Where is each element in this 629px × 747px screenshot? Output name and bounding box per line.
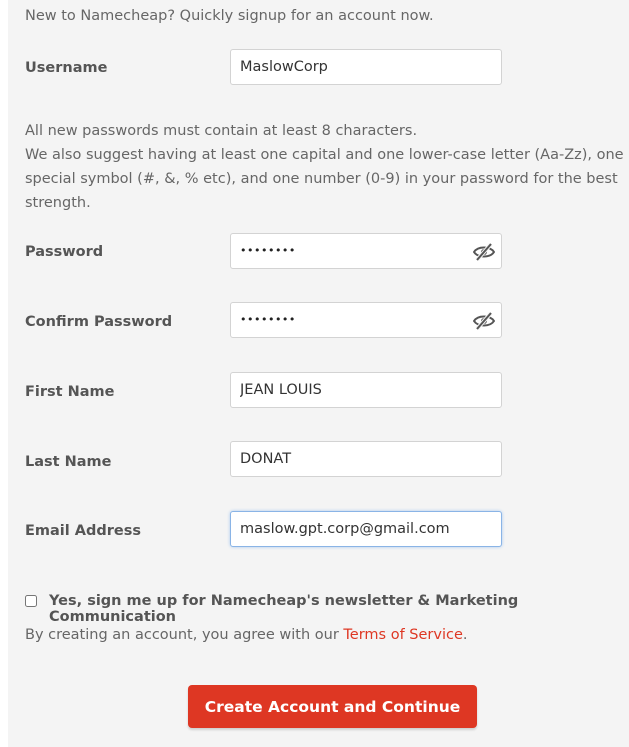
confirm-password-input[interactable] — [230, 302, 502, 338]
terms-suffix: . — [462, 627, 468, 643]
intro-text: New to Namecheap? Quickly signup for an … — [25, 8, 434, 24]
newsletter-checkbox[interactable] — [25, 595, 37, 607]
confirm-password-label: Confirm Password — [25, 314, 173, 330]
terms-prefix: By creating an account, you agree with o… — [25, 627, 344, 643]
username-input[interactable] — [230, 49, 502, 85]
username-label: Username — [25, 60, 108, 76]
newsletter-label[interactable]: Yes, sign me up for Namecheap's newslett… — [49, 593, 629, 625]
password-hint: All new passwords must contain at least … — [25, 119, 625, 215]
last-name-label: Last Name — [25, 454, 112, 470]
password-input[interactable] — [230, 233, 502, 269]
password-label: Password — [25, 244, 104, 260]
password-hint-line1: All new passwords must contain at least … — [25, 123, 418, 139]
email-label: Email Address — [25, 523, 142, 539]
eye-slash-icon[interactable] — [472, 242, 496, 262]
last-name-input[interactable] — [230, 441, 502, 477]
terms-of-service-link[interactable]: Terms of Service — [343, 627, 462, 643]
first-name-label: First Name — [25, 384, 115, 400]
first-name-input[interactable] — [230, 372, 502, 408]
password-hint-line2: We also suggest having at least one capi… — [25, 147, 624, 211]
email-input[interactable] — [230, 511, 502, 547]
create-account-button[interactable]: Create Account and Continue — [188, 685, 477, 728]
eye-slash-icon[interactable] — [472, 311, 496, 331]
terms-text: By creating an account, you agree with o… — [25, 627, 467, 643]
